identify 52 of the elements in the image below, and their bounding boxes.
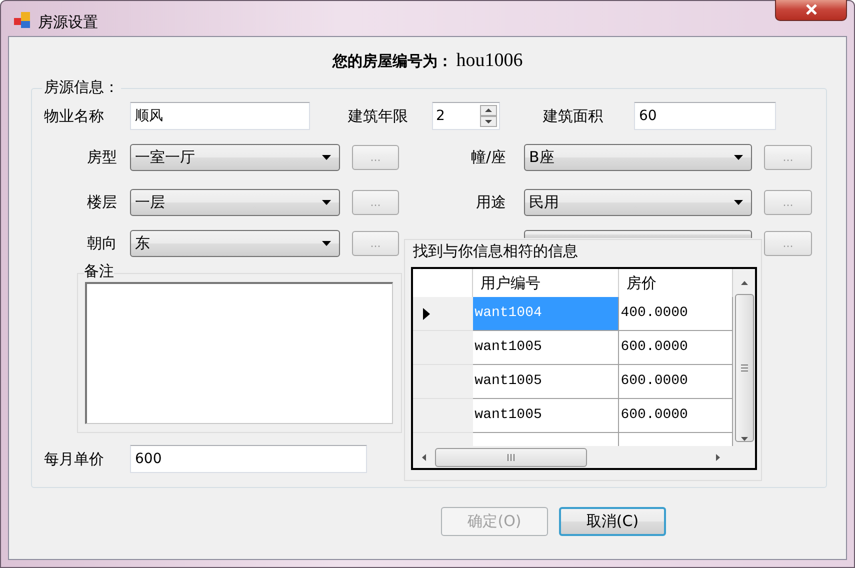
field-label: 建筑年限 <box>348 106 409 127</box>
grip-icon <box>507 454 515 460</box>
dropdown[interactable]: 东 <box>130 230 340 256</box>
field-label: 建筑面积 <box>543 106 604 127</box>
field-label: 房型 <box>86 146 118 168</box>
table-cell: want1005 <box>472 365 619 399</box>
table-cell: want1005 <box>472 399 619 433</box>
caret-icon <box>322 200 331 204</box>
table-cell: want1005 <box>472 331 619 365</box>
dropdown[interactable] <box>524 230 752 238</box>
field-label: 用途 <box>475 192 507 213</box>
grip-icon <box>740 364 748 372</box>
dropdown[interactable]: 一层 <box>130 188 340 216</box>
spin-field[interactable]: 2 <box>432 102 500 130</box>
caret-icon <box>734 154 743 160</box>
dropdown[interactable]: 一室一厅 <box>130 144 340 170</box>
column-header[interactable]: 房价 <box>618 269 733 297</box>
close-button[interactable] <box>775 0 847 21</box>
scroll-up-icon <box>740 280 748 286</box>
caret-icon <box>322 240 331 246</box>
caret-icon <box>322 154 331 160</box>
id-label: 您的房屋编号为： <box>332 52 452 70</box>
scroll-left-icon <box>421 452 427 462</box>
app-icon <box>14 12 30 28</box>
dropdown[interactable]: B座 <box>524 144 752 170</box>
current-row-icon <box>423 308 430 320</box>
table-cell: 600.0000 <box>618 331 733 365</box>
text-field[interactable]: 顺风 <box>130 102 310 130</box>
field-label: 朝向 <box>86 232 118 254</box>
text-field[interactable]: 600 <box>130 445 367 473</box>
scroll-thumb[interactable] <box>734 294 754 442</box>
id-value: hou1006 <box>456 50 523 71</box>
table-cell: 400.0000 <box>618 297 733 331</box>
close-icon <box>806 4 816 15</box>
table-cell: want1004 <box>472 297 619 331</box>
scroll-right-icon <box>715 452 721 462</box>
caret-icon <box>734 200 743 204</box>
scroll-down-icon <box>740 436 748 442</box>
table-cell: 600.0000 <box>618 365 733 399</box>
window-title: 房源设置 <box>38 12 98 33</box>
table-cell: 600.0000 <box>618 399 733 433</box>
scroll-thumb[interactable] <box>435 448 587 466</box>
field-label: 幢/座 <box>470 146 507 168</box>
remarks-label: 备注 <box>84 262 114 280</box>
field-label: 楼层 <box>86 192 118 213</box>
field-label: 每月单价 <box>44 448 105 470</box>
dropdown[interactable]: 民用 <box>524 188 752 216</box>
column-header[interactable]: 用户编号 <box>472 269 619 297</box>
remarks-field[interactable] <box>85 282 393 424</box>
field-label: 物业名称 <box>44 106 105 127</box>
dialog-button[interactable]: 取消(C) <box>559 507 666 536</box>
text-field[interactable]: 60 <box>634 102 776 130</box>
